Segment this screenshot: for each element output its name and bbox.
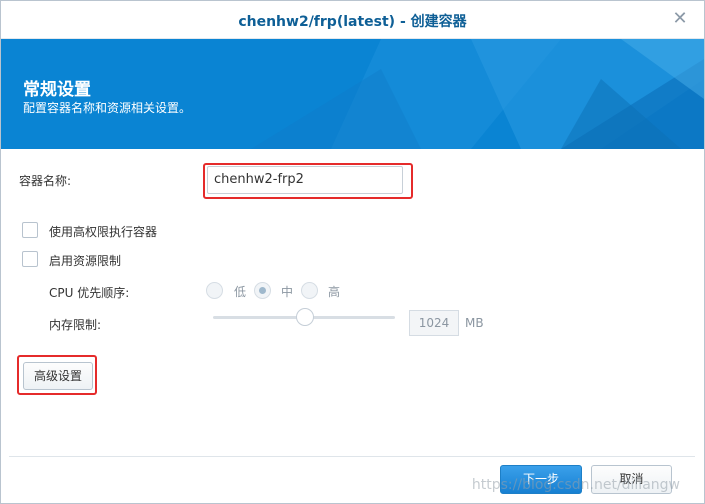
highlight-box-name [203,163,413,199]
resource-limit-checkbox[interactable] [22,251,38,267]
cpu-high-radio[interactable] [301,282,318,299]
resource-limit-label: 启用资源限制 [49,254,122,268]
memory-slider-handle[interactable] [296,308,314,326]
container-name-label: 容器名称: [19,174,72,188]
memory-limit-label: 内存限制: [49,318,102,332]
memory-unit-label: MB [465,316,484,330]
privileged-checkbox[interactable] [22,222,38,238]
highlight-box-advanced [17,355,97,395]
cpu-low-label: 低 [234,285,247,299]
title-bar: chenhw2/frp(latest) - 创建容器 ✕ [1,1,704,39]
cpu-priority-label: CPU 优先顺序: [49,286,130,300]
cpu-low-radio[interactable] [206,282,223,299]
watermark-text: https://blog.csdn.net/diliangw [471,477,680,493]
banner-background [1,39,704,149]
create-container-dialog: chenhw2/frp(latest) - 创建容器 ✕ 常规设置 配置容器名称… [0,0,705,504]
cpu-medium-label: 中 [281,285,294,299]
cpu-medium-radio[interactable] [254,282,271,299]
header-banner: 常规设置 配置容器名称和资源相关设置。 [1,39,704,149]
memory-value-field[interactable]: 1024 [409,310,459,336]
footer-divider [9,456,695,457]
close-icon[interactable]: ✕ [670,9,690,29]
section-subtitle: 配置容器名称和资源相关设置。 [23,101,192,115]
dialog-title: chenhw2/frp(latest) - 创建容器 [238,14,467,30]
section-title: 常规设置 [23,80,91,100]
cpu-high-label: 高 [328,285,341,299]
privileged-label: 使用高权限执行容器 [49,225,158,239]
